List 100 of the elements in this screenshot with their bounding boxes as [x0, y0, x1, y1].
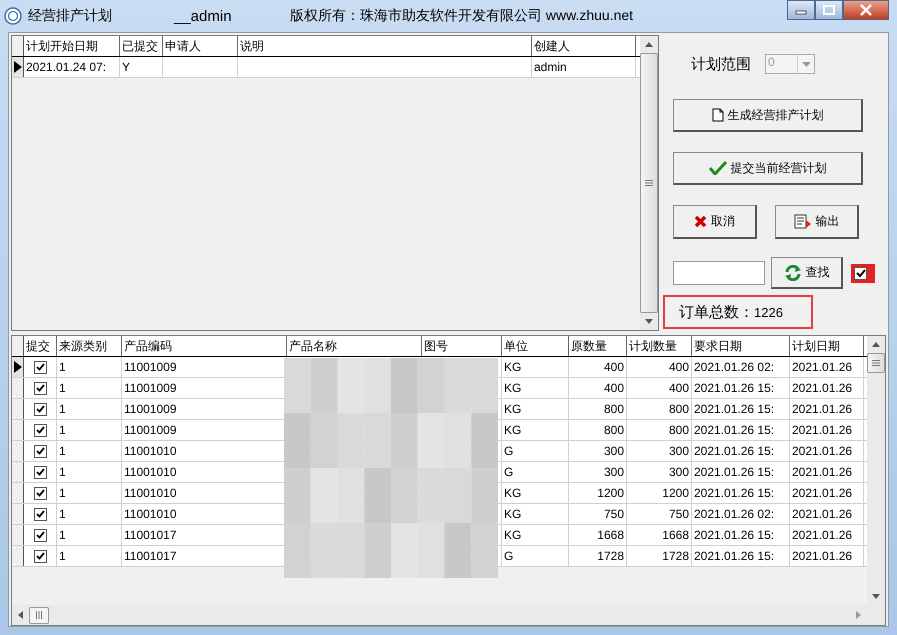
column-header[interactable]: 图号 — [422, 336, 502, 356]
table-cell: 1200 — [662, 486, 689, 500]
column-header[interactable]: 计划日期 — [790, 336, 864, 356]
table-cell: 2021.01.26 — [792, 360, 852, 374]
table-cell: 11001010 — [124, 507, 176, 521]
scroll-left-icon[interactable] — [18, 611, 23, 619]
table-cell: 300 — [668, 465, 689, 479]
checkbox[interactable] — [34, 360, 46, 374]
column-header[interactable]: 提交 — [24, 336, 57, 356]
table-cell: 400 — [604, 360, 624, 374]
vertical-scrollbar[interactable] — [867, 336, 885, 605]
refresh-icon — [784, 264, 802, 280]
check-icon — [708, 161, 726, 175]
table-cell: 1 — [59, 528, 66, 542]
column-header[interactable]: 要求日期 — [692, 336, 790, 356]
grip-icon — [645, 180, 653, 186]
table-cell: 11001009 — [124, 402, 176, 416]
table-cell: 1 — [59, 549, 66, 563]
table-cell: 2021.01.26 — [792, 423, 852, 437]
column-header[interactable]: 计划数量 — [627, 336, 692, 356]
table-cell: KG — [504, 402, 522, 416]
table-cell: 2021.01.26 02: — [694, 360, 774, 374]
range-label: 计划范围 — [691, 54, 751, 74]
grip-icon — [872, 360, 880, 366]
table-cell: 1 — [59, 402, 66, 416]
table-cell: 1 — [59, 465, 66, 479]
scroll-down-icon[interactable] — [645, 319, 653, 324]
vertical-scrollbar[interactable] — [640, 36, 658, 330]
table-cell: 1200 — [597, 486, 624, 500]
checkbox[interactable] — [34, 528, 46, 542]
table-cell: G — [504, 549, 514, 563]
maximize-button[interactable] — [815, 0, 843, 20]
table-cell: 800 — [668, 423, 689, 437]
table-cell: 11001010 — [124, 444, 176, 458]
user-name: __admin — [174, 8, 233, 24]
search-button[interactable]: 查找 — [771, 257, 843, 289]
minimize-button[interactable] — [787, 0, 815, 20]
table-cell: G — [504, 465, 514, 479]
column-header[interactable]: 来源类别 — [57, 336, 122, 356]
table-cell: 800 — [668, 402, 689, 416]
column-header[interactable]: 计划开始日期 — [24, 36, 120, 56]
checkbox[interactable] — [34, 486, 46, 500]
table-cell: 1668 — [662, 528, 689, 542]
column-header[interactable]: 已提交 — [120, 36, 163, 56]
table-cell: 300 — [604, 465, 624, 479]
table-cell: 300 — [668, 444, 689, 458]
close-button[interactable] — [843, 0, 889, 20]
cancel-button[interactable]: 取消 — [673, 205, 757, 239]
column-header[interactable]: 产品编码 — [122, 336, 287, 356]
column-header[interactable]: 说明 — [238, 36, 532, 56]
table-cell: admin — [534, 60, 567, 74]
export-button[interactable]: 输出 — [775, 205, 859, 239]
checkbox[interactable] — [34, 444, 46, 458]
scroll-down-icon[interactable] — [872, 594, 880, 599]
table-cell: KG — [504, 423, 522, 437]
cross-icon — [694, 215, 707, 228]
table-cell: 750 — [604, 507, 624, 521]
table-cell: 400 — [668, 360, 689, 374]
table-cell: 2021.01.26 — [792, 549, 852, 563]
table-cell: 2021.01.26 02: — [694, 507, 774, 521]
horizontal-scrollbar[interactable] — [12, 605, 885, 625]
table-cell: 11001010 — [124, 486, 176, 500]
table-cell: KG — [504, 486, 522, 500]
table-cell: 11001009 — [124, 360, 176, 374]
column-header[interactable]: 创建人 — [532, 36, 636, 56]
table-cell: 11001009 — [124, 381, 176, 395]
checkbox[interactable] — [34, 402, 46, 416]
table-cell: 2021.01.26 15: — [694, 444, 774, 458]
submit-plan-button[interactable]: 提交当前经营计划 — [673, 152, 863, 185]
table-cell: 1 — [59, 423, 66, 437]
checkbox[interactable] — [34, 508, 46, 520]
table-cell: 800 — [604, 423, 624, 437]
scroll-up-icon[interactable] — [645, 42, 653, 47]
generate-plan-button[interactable]: 生成经营排产计划 — [673, 99, 863, 132]
checkbox[interactable] — [34, 424, 46, 436]
order-total-value: 1226 — [754, 304, 783, 320]
table-cell: 2021.01.26 — [792, 528, 852, 542]
column-header[interactable]: 单位 — [502, 336, 569, 356]
table-cell: Y — [122, 60, 130, 74]
checkbox[interactable] — [854, 266, 867, 280]
table-cell: 2021.01.26 15: — [694, 402, 774, 416]
checkbox[interactable] — [34, 382, 46, 394]
table-cell: 2021.01.26 — [792, 465, 852, 479]
column-header[interactable]: 产品名称 — [287, 336, 422, 356]
table-cell: 2021.01.26 15: — [694, 423, 774, 437]
column-header[interactable]: 申请人 — [163, 36, 238, 56]
column-header[interactable]: 原数量 — [569, 336, 627, 356]
table-cell: 2021.01.26 15: — [694, 486, 774, 500]
table-cell: 800 — [604, 402, 624, 416]
search-field[interactable] — [673, 261, 765, 285]
table-cell: 1 — [59, 360, 66, 374]
table-cell: 2021.01.26 — [792, 486, 852, 500]
table-cell: 11001017 — [124, 549, 176, 563]
table-cell: 2021.01.26 15: — [694, 465, 774, 479]
checkbox[interactable] — [34, 466, 46, 478]
scroll-up-icon[interactable] — [872, 342, 880, 347]
table-cell: KG — [504, 381, 522, 395]
copyright-text: 版权所有：珠海市助友软件开发有限公司 www.zhuu.net — [290, 7, 634, 25]
table-cell: KG — [504, 360, 522, 374]
checkbox[interactable] — [34, 550, 46, 562]
